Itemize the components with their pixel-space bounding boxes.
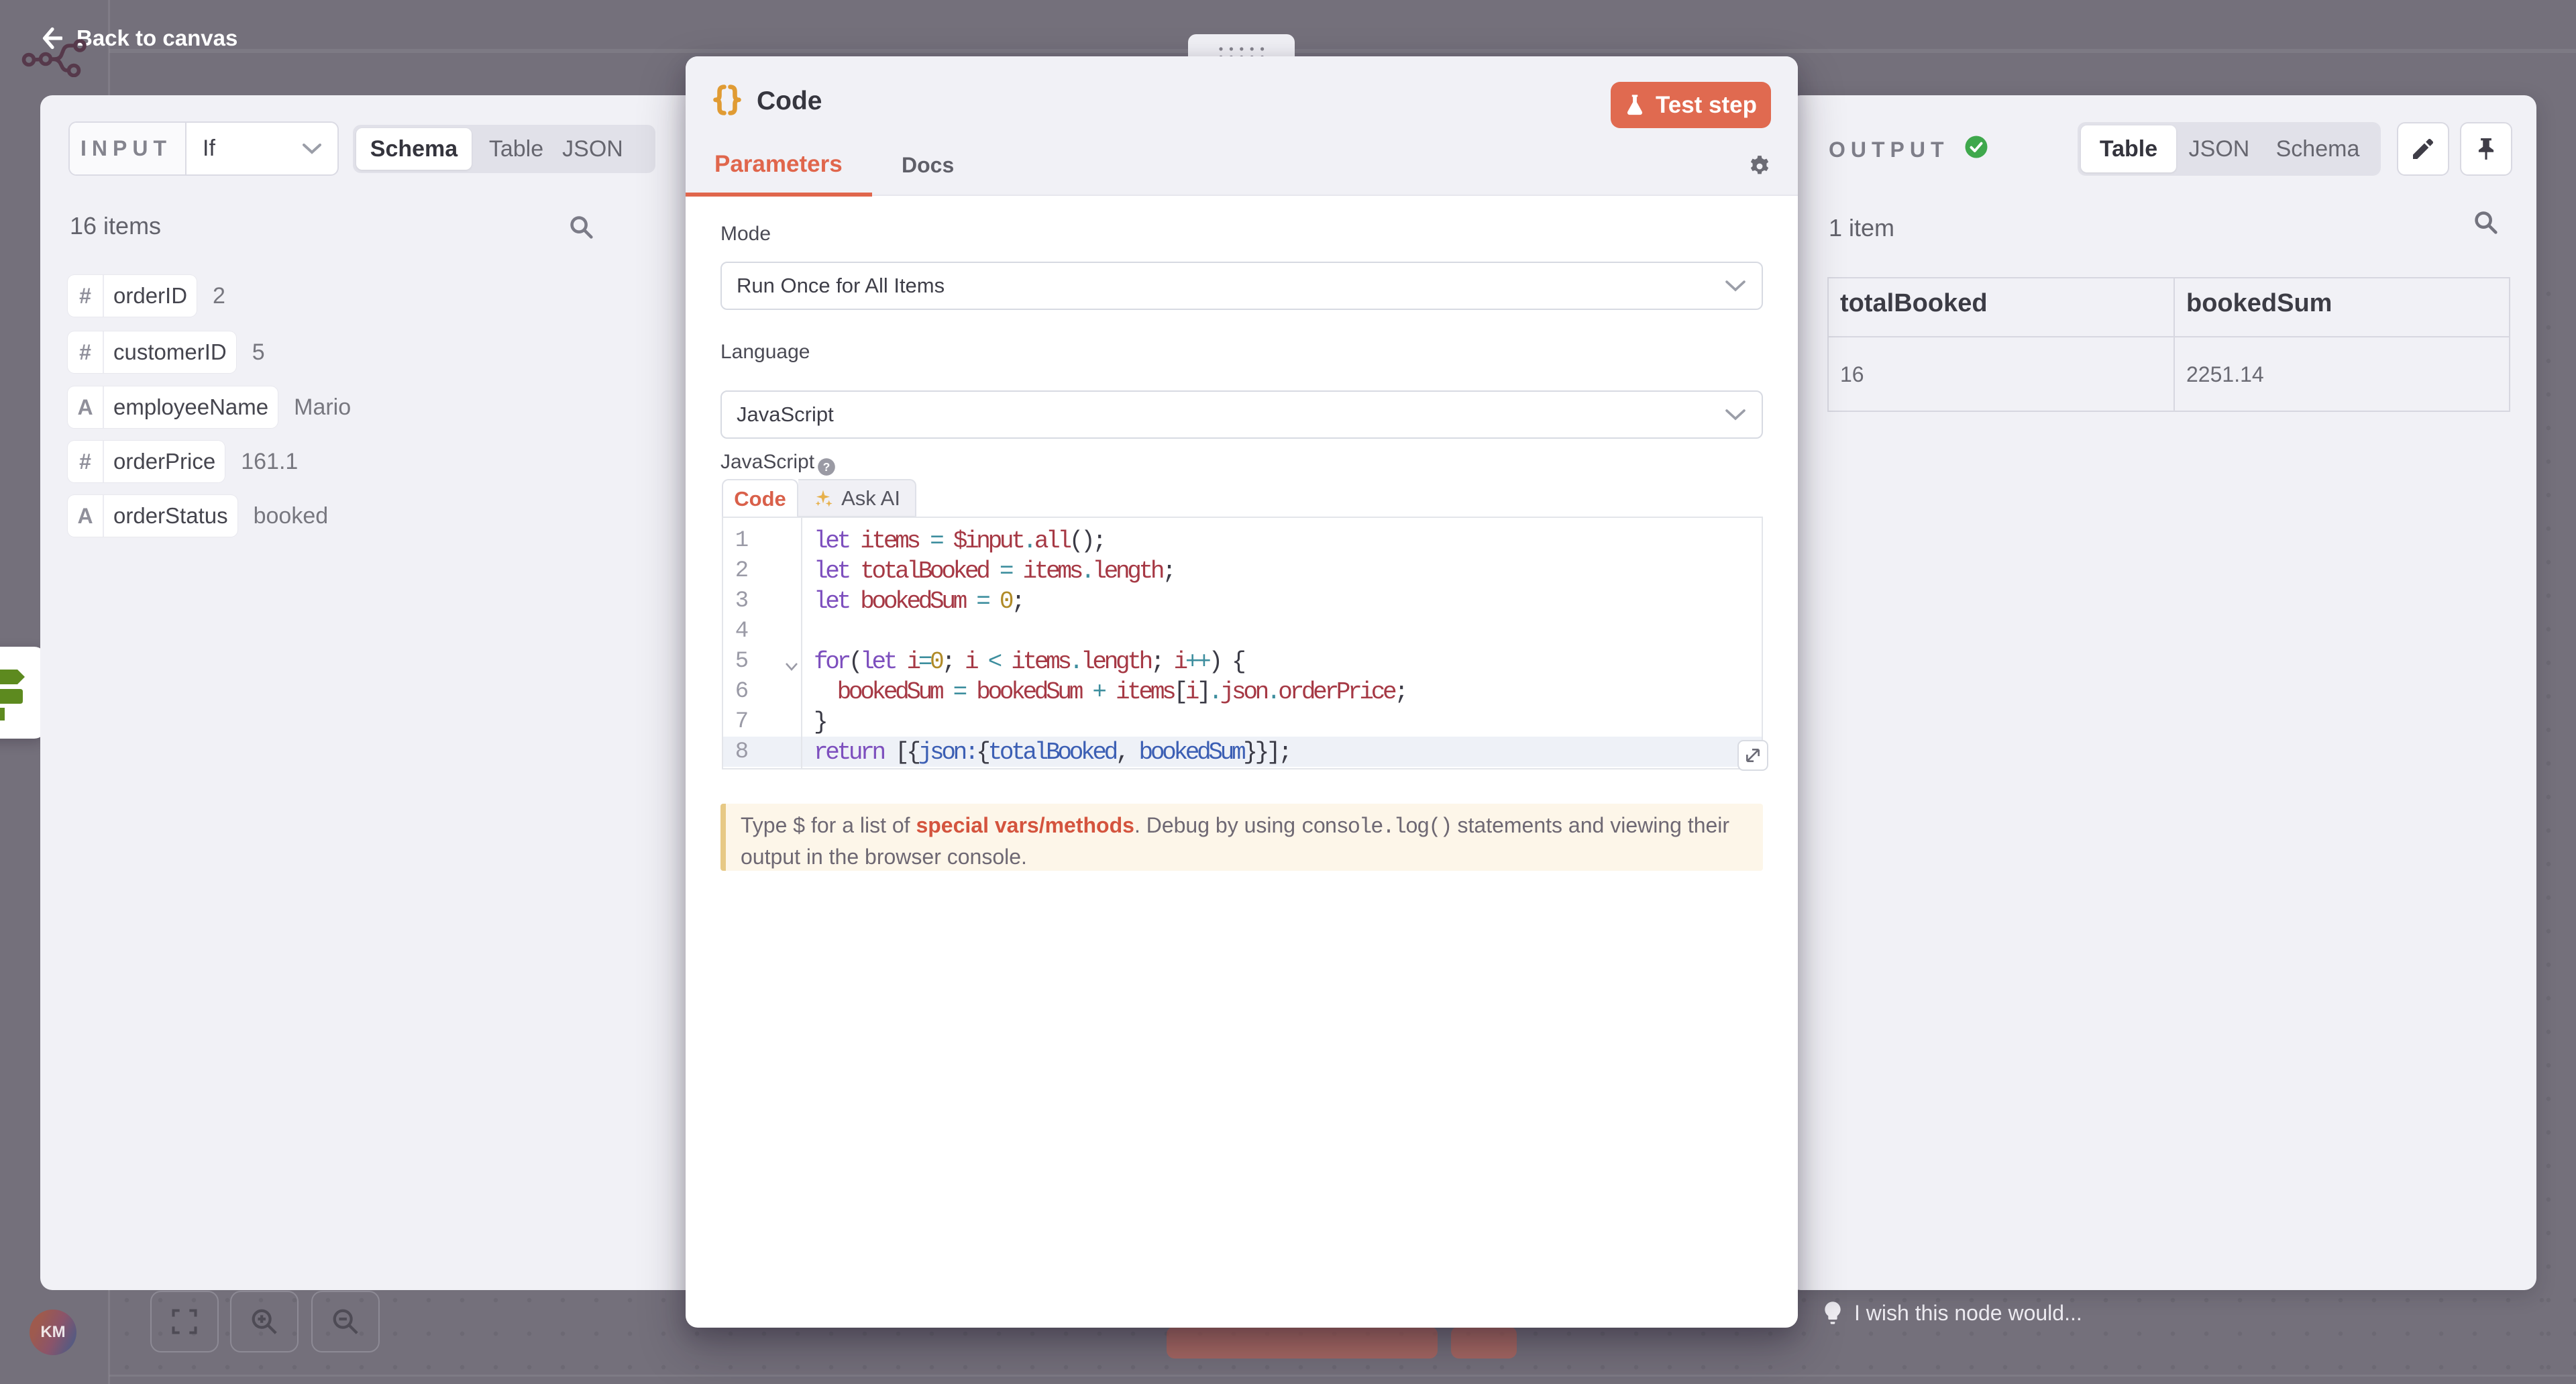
svg-text:?: ?: [823, 460, 830, 474]
